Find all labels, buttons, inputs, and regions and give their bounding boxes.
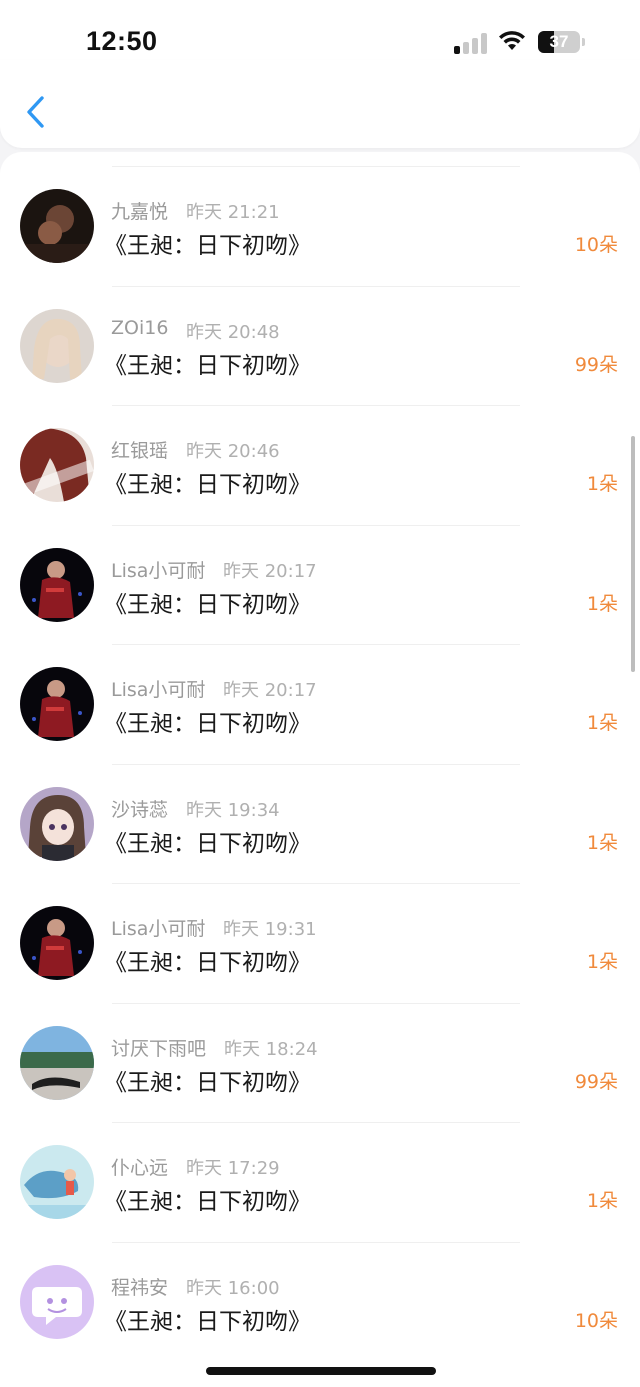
- battery-icon: 37: [538, 31, 580, 53]
- gift-time: 昨天 18:24: [224, 1038, 318, 1060]
- user-name[interactable]: 讨厌下雨吧: [111, 1034, 206, 1061]
- list-item[interactable]: Lisa小可耐 昨天 20:17 《王昶：日下初吻》 1朵: [0, 511, 640, 630]
- battery-cap: [582, 38, 585, 46]
- cellular-signal-icon: [454, 32, 488, 54]
- user-avatar[interactable]: [20, 189, 94, 263]
- row-divider: [112, 405, 520, 406]
- list-item[interactable]: 沙诗蕊 昨天 19:34 《王昶：日下初吻》 1朵: [0, 750, 640, 869]
- row-divider: [112, 883, 520, 884]
- row-divider: [112, 524, 520, 526]
- row-divider: [112, 1122, 520, 1123]
- work-title: 《王昶：日下初吻》: [104, 830, 311, 857]
- work-title: 《王昶：日下初吻》: [104, 233, 311, 259]
- work-title: 《王昶：日下初吻》: [104, 711, 311, 737]
- gift-amount: 99朵: [574, 1070, 618, 1093]
- list-item[interactable]: ZOi16 昨天 20:48 《王昶：日下初吻》 99朵: [0, 272, 640, 391]
- gift-time: 昨天 19:34: [186, 799, 280, 821]
- user-avatar[interactable]: [20, 308, 94, 383]
- work-title: 《王昶：日下初吻》: [104, 352, 311, 379]
- user-avatar[interactable]: [20, 1025, 94, 1100]
- gift-time: 昨天 20:46: [186, 441, 280, 462]
- user-name[interactable]: ZOi16: [111, 317, 168, 339]
- list-item[interactable]: Lisa小可耐 昨天 19:31 《王昶：日下初吻》 1朵: [0, 869, 640, 988]
- user-name[interactable]: 沙诗蕊: [111, 795, 168, 822]
- gift-amount: 10朵: [574, 234, 618, 256]
- work-title: 《王昶：日下初吻》: [104, 950, 311, 976]
- row-divider: [112, 1241, 520, 1243]
- gift-amount: 1朵: [586, 473, 618, 495]
- gift-amount: 99朵: [574, 353, 618, 376]
- user-name[interactable]: 仆心远: [111, 1153, 168, 1180]
- work-title: 《王昶：日下初吻》: [104, 1189, 311, 1215]
- user-avatar[interactable]: [20, 906, 94, 980]
- user-name[interactable]: Lisa小可耐: [111, 914, 205, 941]
- user-avatar[interactable]: [20, 1145, 94, 1219]
- gift-time: 昨天 20:17: [223, 680, 317, 701]
- gift-amount: 1朵: [586, 712, 618, 734]
- gift-time: 昨天 20:17: [223, 560, 317, 582]
- user-name[interactable]: 红银瑶: [111, 436, 168, 463]
- user-name[interactable]: 九嘉悦: [111, 197, 168, 224]
- list-item[interactable]: Lisa小可耐 昨天 20:17 《王昶：日下初吻》 1朵: [0, 630, 640, 749]
- user-name[interactable]: 程祎安: [111, 1273, 168, 1300]
- work-title: 《王昶：日下初吻》: [104, 1069, 311, 1096]
- list-item[interactable]: 程祎安 昨天 16:00 《王昶：日下初吻》 10朵: [0, 1228, 640, 1347]
- user-name[interactable]: Lisa小可耐: [111, 556, 205, 583]
- work-title: 《王昶：日下初吻》: [104, 591, 311, 618]
- gift-time: 昨天 19:31: [223, 919, 317, 940]
- scrollbar[interactable]: [631, 436, 635, 672]
- user-avatar[interactable]: [20, 667, 94, 741]
- gift-amount: 1朵: [586, 831, 618, 854]
- gift-amount: 10朵: [574, 1309, 618, 1332]
- gift-time: 昨天 17:29: [186, 1158, 280, 1179]
- user-avatar[interactable]: [20, 547, 94, 622]
- back-button[interactable]: [16, 90, 56, 134]
- list-item[interactable]: 红银瑶 昨天 20:46 《王昶：日下初吻》 1朵: [0, 391, 640, 510]
- work-title: 《王昶：日下初吻》: [104, 1308, 311, 1335]
- user-name[interactable]: Lisa小可耐: [111, 675, 205, 702]
- user-avatar[interactable]: [20, 786, 94, 861]
- list-item[interactable]: 讨厌下雨吧 昨天 18:24 《王昶：日下初吻》 99朵: [0, 989, 640, 1108]
- row-divider: [112, 166, 520, 167]
- gift-amount: 1朵: [586, 592, 618, 615]
- home-indicator[interactable]: [206, 1367, 436, 1375]
- row-divider: [112, 644, 520, 645]
- status-time: 12:50: [86, 26, 158, 56]
- wifi-icon: [499, 31, 525, 50]
- gift-amount: 1朵: [586, 1190, 618, 1212]
- gift-time: 昨天 20:48: [186, 321, 280, 343]
- gift-time: 昨天 16:00: [186, 1277, 280, 1299]
- list-item[interactable]: 九嘉悦 昨天 21:21 《王昶：日下初吻》 10朵: [0, 152, 640, 271]
- battery-percent: 37: [549, 32, 569, 51]
- user-avatar[interactable]: [20, 1264, 94, 1339]
- gift-time: 昨天 21:21: [186, 202, 280, 223]
- row-divider: [112, 285, 520, 287]
- row-divider: [112, 763, 520, 765]
- work-title: 《王昶：日下初吻》: [104, 472, 311, 498]
- list-item[interactable]: 仆心远 昨天 17:29 《王昶：日下初吻》 1朵: [0, 1108, 640, 1227]
- user-avatar[interactable]: [20, 428, 94, 502]
- gift-amount: 1朵: [586, 951, 618, 973]
- nav-bar: [0, 60, 640, 148]
- row-divider: [112, 1002, 520, 1004]
- gift-list: 九嘉悦 昨天 21:21 《王昶：日下初吻》 10朵 ZOi16 昨天 20:48 《王昶：…: [0, 152, 640, 1387]
- chevron-left-icon: [27, 96, 44, 128]
